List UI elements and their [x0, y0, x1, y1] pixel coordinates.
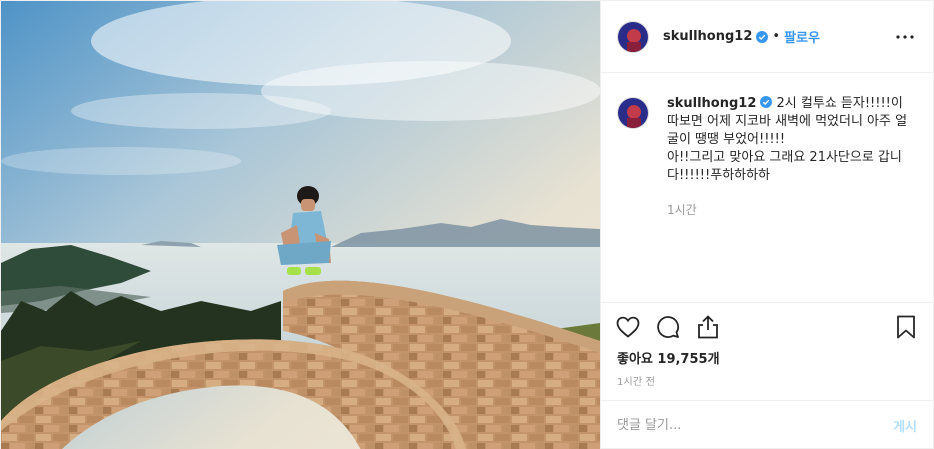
post-container: skullhong12 • 팔로우 skullhong12 2시 컬투쇼 듣자!…: [0, 0, 934, 449]
separator-dot: •: [772, 29, 781, 44]
post-side-panel: skullhong12 • 팔로우 skullhong12 2시 컬투쇼 듣자!…: [600, 1, 933, 449]
heart-icon[interactable]: [615, 314, 641, 340]
comments-area: skullhong12 2시 컬투쇼 듣자!!!!!이따보면 어제 지코바 새벽…: [601, 73, 933, 302]
caption-time: 1시간: [667, 203, 697, 217]
caption-verified-badge-icon: [760, 96, 773, 108]
caption-username[interactable]: skullhong12: [667, 96, 756, 111]
action-bar: [601, 302, 933, 350]
post-caption: skullhong12 2시 컬투쇼 듣자!!!!!이따보면 어제 지코바 새벽…: [617, 95, 917, 219]
avatar[interactable]: [617, 20, 649, 53]
likes-count[interactable]: 좋아요 19,755개: [601, 350, 933, 370]
share-icon[interactable]: [695, 314, 721, 340]
post-photo[interactable]: [1, 1, 600, 449]
avatar-image: [618, 21, 648, 52]
comment-form: 게시: [601, 400, 933, 449]
caption-text-block: skullhong12 2시 컬투쇼 듣자!!!!!이따보면 어제 지코바 새벽…: [667, 95, 912, 219]
header-username[interactable]: skullhong12: [663, 29, 752, 44]
caption-avatar-image: [618, 98, 648, 128]
comment-input[interactable]: [617, 418, 894, 433]
verified-badge-icon: [756, 30, 769, 43]
caption-avatar[interactable]: [617, 97, 649, 129]
photo-scene: [1, 1, 600, 449]
post-comment-button[interactable]: 게시: [893, 416, 917, 435]
follow-button[interactable]: 팔로우: [784, 27, 820, 46]
post-header: skullhong12 • 팔로우: [601, 1, 933, 73]
more-options-icon[interactable]: [893, 25, 917, 49]
post-timestamp: 1시간 전: [617, 377, 656, 388]
comment-bubble-icon[interactable]: [655, 314, 681, 340]
bookmark-icon[interactable]: [893, 314, 919, 340]
